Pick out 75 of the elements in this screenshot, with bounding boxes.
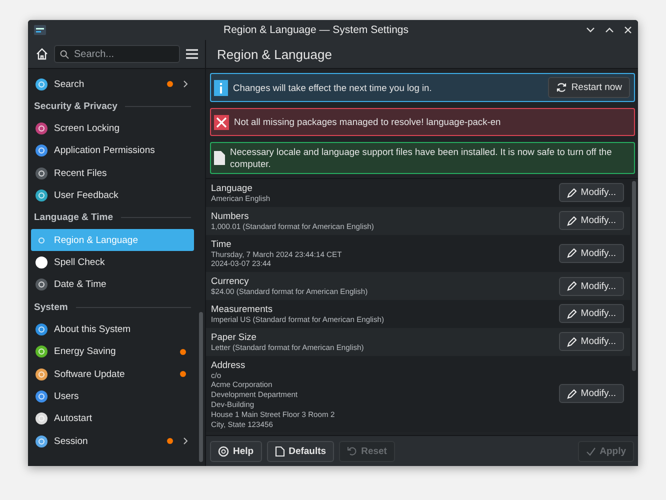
checkmark-icon (586, 446, 596, 456)
pencil-icon (566, 336, 577, 347)
scrollbar[interactable] (632, 181, 636, 371)
undo-icon (347, 446, 358, 456)
sidebar-item[interactable]: Spell Check (31, 251, 194, 274)
sidebar-item[interactable]: Users (31, 385, 194, 408)
setting-label: Language (211, 182, 254, 194)
modify-button[interactable]: Modify... (558, 183, 624, 202)
pencil-icon (566, 216, 577, 226)
module-icon (35, 278, 48, 292)
module-icon (35, 144, 48, 158)
sidebar-item[interactable]: About this System (31, 318, 194, 341)
sidebar-item[interactable]: Recent Files (31, 162, 194, 185)
sidebar-item[interactable]: User Feedback (31, 184, 194, 207)
page-title: Region & Language (217, 46, 332, 62)
module-icon (35, 166, 48, 180)
menu-icon[interactable] (186, 49, 198, 59)
message-text: Not all missing packages managed to resolve! language-pack-en (234, 116, 502, 128)
setting-label: Numbers (211, 210, 250, 222)
setting-label: Measurements (211, 302, 274, 315)
sidebar-item[interactable]: Application Permissions (31, 140, 194, 162)
document-icon (274, 446, 285, 456)
module-icon (35, 368, 48, 381)
sidebar-item[interactable]: Autostart (31, 408, 194, 430)
modify-button[interactable]: Modify... (558, 276, 624, 296)
module-icon (35, 434, 48, 448)
sidebar-item[interactable]: Search (31, 73, 194, 96)
chevron-down-icon[interactable] (586, 27, 595, 33)
window-title: Region & Language — System Settings (222, 24, 410, 36)
sidebar-item[interactable]: Screen Locking (31, 117, 194, 140)
module-icon (35, 322, 48, 336)
setting-label: Paper Size (211, 330, 258, 343)
modify-button[interactable]: Modify... (558, 384, 624, 404)
pencil-icon (566, 308, 577, 319)
close-icon[interactable] (624, 26, 632, 34)
footer-button[interactable]: Defaults (266, 440, 334, 462)
modify-button[interactable]: Modify... (558, 244, 624, 263)
message-text: Necessary locale and language support files have been installed. It is now safe to turn off the computer. (230, 146, 613, 170)
sidebar-item[interactable]: Software Update (31, 362, 194, 386)
lifebuoy-icon (218, 446, 229, 456)
pencil-icon (566, 248, 577, 258)
info-icon (214, 80, 228, 96)
pencil-icon (566, 188, 577, 198)
pencil-icon (566, 281, 577, 292)
setting-label: Time (211, 238, 232, 250)
pencil-icon (566, 388, 577, 399)
app-icon (34, 25, 46, 35)
module-icon (35, 412, 48, 426)
refresh-icon (556, 82, 568, 93)
section-heading: System (34, 302, 68, 313)
home-icon[interactable] (36, 48, 48, 60)
module-icon (35, 345, 48, 358)
modify-button[interactable]: Modify... (558, 211, 624, 230)
module-icon (35, 256, 48, 270)
document-icon (214, 151, 225, 165)
footer-button[interactable]: Help (210, 440, 262, 462)
module-icon (35, 78, 48, 91)
sidebar-item[interactable]: Session (31, 430, 194, 452)
module-icon (35, 122, 48, 136)
search-field[interactable]: Search... (54, 45, 180, 63)
section-heading: Security & Privacy (34, 100, 118, 112)
modify-button[interactable]: Modify... (558, 332, 624, 352)
message-text: Changes will take effect the next time you log in. (233, 82, 433, 94)
setting-label: Currency (211, 275, 250, 288)
module-icon (35, 189, 48, 202)
section-heading: Language & Time (34, 212, 114, 224)
setting-label: Address (211, 358, 246, 371)
sidebar-item[interactable]: Date & Time (31, 274, 194, 296)
error-icon (214, 114, 229, 130)
module-icon (35, 390, 48, 403)
modify-button[interactable]: Modify... (558, 304, 624, 324)
scrollbar[interactable] (199, 312, 203, 462)
chevron-up-icon[interactable] (605, 27, 614, 33)
restart-button[interactable]: Restart now (548, 77, 630, 98)
sidebar-item[interactable]: Energy Saving (31, 340, 194, 363)
